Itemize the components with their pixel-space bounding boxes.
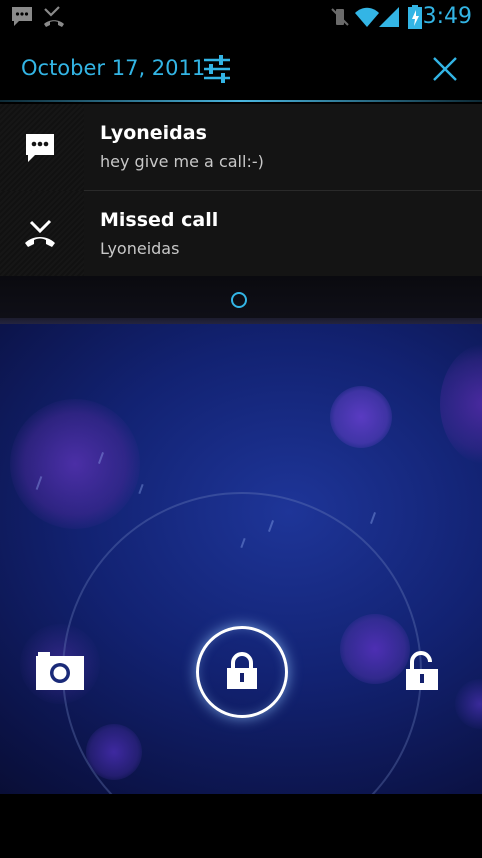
handle-indicator-icon xyxy=(231,292,247,308)
vibrate-icon xyxy=(330,6,350,32)
sms-icon xyxy=(23,131,57,167)
lockscreen-wallpaper xyxy=(0,324,482,794)
notification-sms[interactable]: Lyoneidas hey give me a call:-) xyxy=(0,104,482,191)
wifi-icon xyxy=(354,6,380,32)
clear-notifications-button[interactable] xyxy=(428,52,462,86)
date-label: October 17, 2011 xyxy=(21,56,206,80)
close-icon xyxy=(433,57,457,81)
status-time: 3:49 xyxy=(422,4,472,29)
signal-icon xyxy=(378,6,400,32)
notification-text: Lyoneidas xyxy=(100,239,180,258)
notification-icon-column xyxy=(0,191,84,278)
notification-missed-call[interactable]: Missed call Lyoneidas xyxy=(0,191,482,278)
bokeh-light xyxy=(330,386,392,448)
status-bar: 3:49 xyxy=(0,0,482,36)
bokeh-light xyxy=(10,399,140,529)
lock-handle[interactable] xyxy=(196,626,288,718)
bokeh-light xyxy=(440,344,482,464)
sms-notification-icon xyxy=(10,6,34,32)
settings-sliders-icon xyxy=(204,55,230,83)
missed-call-icon xyxy=(42,6,66,32)
notification-title: Lyoneidas xyxy=(100,122,207,144)
lock-icon xyxy=(227,652,257,689)
battery-charging-icon xyxy=(408,5,422,33)
raindrop xyxy=(138,483,144,495)
camera-icon xyxy=(36,652,84,690)
unlock-target[interactable] xyxy=(402,650,442,696)
missed-call-icon xyxy=(23,218,57,254)
settings-button[interactable] xyxy=(200,52,234,86)
camera-target[interactable] xyxy=(34,650,86,696)
raindrop xyxy=(370,512,376,524)
notification-title: Missed call xyxy=(100,209,219,231)
navigation-area xyxy=(0,794,482,858)
notification-icon-column xyxy=(0,104,84,191)
notification-panel-handle[interactable] xyxy=(0,276,482,324)
notification-header: October 17, 2011 xyxy=(0,36,482,102)
bokeh-light xyxy=(455,679,482,729)
notification-text: hey give me a call:-) xyxy=(100,152,264,171)
unlock-icon xyxy=(406,651,438,690)
